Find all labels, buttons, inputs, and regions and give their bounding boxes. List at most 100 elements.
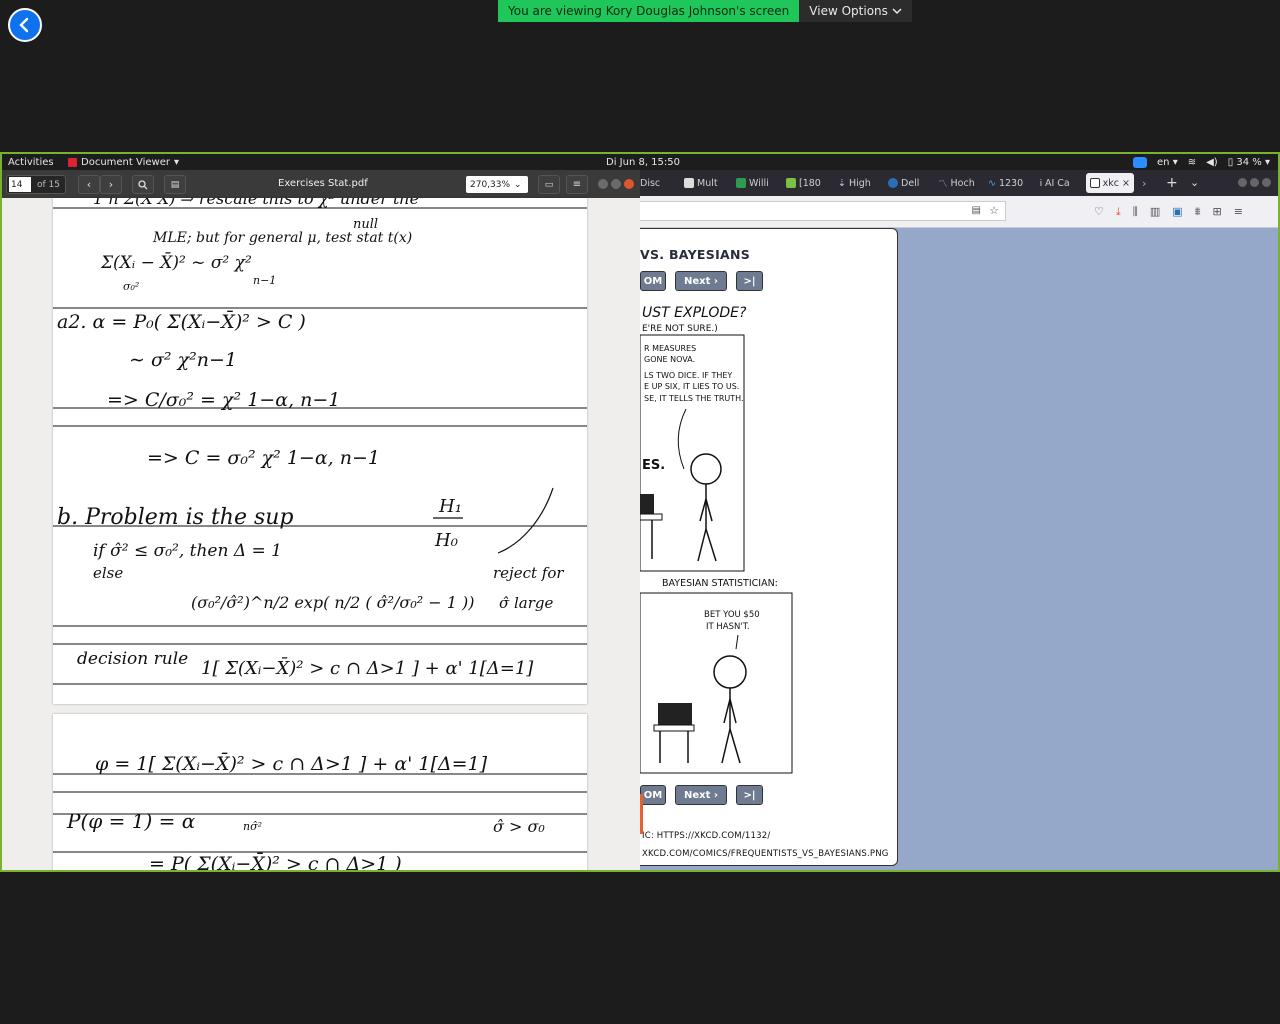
tab[interactable]: [180 [786,176,824,190]
wave-icon: ∿ [988,177,996,189]
tab[interactable]: ∿ 1230 [988,176,1026,190]
tab[interactable]: Dell [888,176,926,190]
tab-active[interactable]: xkc × [1086,173,1134,193]
note-line: H₀ [434,530,458,551]
view-options-button[interactable]: View Options [799,0,912,22]
previous-page-button[interactable]: ‹ [78,175,100,194]
last-comic-button[interactable]: >| [736,785,763,805]
language-label: en [1157,156,1170,168]
maximize-button[interactable] [611,179,621,189]
page-total-label: of 15 [37,179,60,190]
search-button[interactable] [132,175,154,194]
note-line: P(φ = 1) = α [66,809,196,833]
last-comic-button[interactable]: >| [736,271,763,291]
tab[interactable]: Mult [684,176,722,190]
minimize-button[interactable] [1238,178,1247,187]
scroll-tabs-right-icon[interactable]: › [1142,177,1146,190]
note-line: (σ₀²/σ̂²)^n/2 exp( n/2 ( σ̂²/σ₀² − 1 )) [191,593,474,612]
annotations-button[interactable]: ▤ [164,175,186,194]
clock[interactable]: Di Jun 8, 15:50 [606,157,680,168]
svg-text:n−1: n−1 [253,274,276,287]
note-line: else [93,564,123,582]
comic-text: GONE NOVA. [644,355,695,364]
document-canvas[interactable]: 1 n Σ(X X) ⇒ rescale this to χ² under th… [2,198,640,870]
button-label: OM [643,275,663,287]
document-viewer-icon [68,157,77,167]
note-line: nσ̂² [243,820,262,833]
screen-share-banner: You are viewing Kory Douglas Johnson's s… [498,0,912,22]
note-line: σ̂ large [499,594,554,612]
svg-text:1 n Σ(X X) ⇒ resca: 1 n Σ(X X) ⇒ rescale this to χ² under th… [93,198,419,208]
pocket-icon[interactable]: ♡ [1094,205,1104,219]
random-button[interactable]: OM [640,785,666,805]
app-menu[interactable]: Document Viewer ▾ [68,157,179,168]
xkcd-icon [1090,178,1100,188]
tab[interactable]: 〽 Hoch [938,176,976,191]
close-tab-icon[interactable]: × [1122,178,1130,189]
xkcd-comic-container: VS. BAYESIANS OM Next › >| UST EXPLODE? … [640,228,898,866]
comic-title: VS. BAYESIANS [640,247,751,262]
sidebar-icon[interactable]: ▥ [1150,205,1160,219]
next-page-button[interactable]: › [100,175,122,194]
list-tabs-icon[interactable]: ⌄ [1190,176,1199,189]
comic-text: E UP SIX, IT LIES TO US. [644,382,739,391]
firefox-window: Disc Mult Willi [180 ⇣ High Dell 〽 Hoch ∿ 1… [640,170,1278,870]
new-tab-icon[interactable]: + [1166,175,1178,191]
panel-caption: BAYESIAN STATISTICIAN: [662,578,778,589]
page-number-input[interactable] [9,177,31,192]
comic-text: BET YOU $50 [704,610,760,620]
grid-icon[interactable]: ⊞ [1213,205,1222,219]
activities-button[interactable]: Activities [8,157,54,168]
comic-text: IT HASN'T. [706,622,750,632]
document-viewer-headerbar: of 15 ‹ › ▤ Exercises Stat.pdf 270,33% ⌄… [2,170,640,198]
bookmark-star-icon[interactable]: ☆ [989,204,999,217]
green-doc-icon [736,178,746,188]
battery-indicator[interactable]: ▯ 34 % ▾ [1228,157,1270,168]
comic-text: E'RE NOT SURE.) [642,324,718,334]
zoom-select[interactable]: 270,33% ⌄ [466,176,528,193]
document-viewer-window: of 15 ‹ › ▤ Exercises Stat.pdf 270,33% ⌄… [2,170,640,870]
extension-icon[interactable]: ⩩ [1195,205,1201,219]
page-selector[interactable]: of 15 [6,175,66,194]
system-tray[interactable]: en ▾ ≋ ◀) ▯ 34 % ▾ [1133,156,1270,168]
next-comic-button[interactable]: Next › [675,785,727,805]
note-line: a2. α = P₀( Σ(Xᵢ−X̄)² > C ) [57,310,306,333]
tab-label: Willi [749,177,769,189]
reader-view-icon[interactable]: ▤ [972,205,981,216]
random-button[interactable]: OM [640,271,666,291]
save-button[interactable]: ▭ [538,175,560,194]
tab[interactable]: Disc [640,176,670,190]
back-button[interactable] [8,8,42,42]
maximize-button[interactable] [1250,178,1259,187]
chevron-down-icon [892,8,902,15]
language-indicator[interactable]: en ▾ [1157,157,1178,168]
note-line: => C = σ₀² χ² 1−α, n−1 [147,447,380,469]
document-icon [684,178,694,188]
library-icon[interactable]: ⫼ [1133,205,1138,219]
tab-label: Hoch [950,177,975,189]
image-url-text[interactable]: XKCD.COM/COMICS/FREQUENTISTS_VS_BAYESIAN… [642,849,889,859]
tab[interactable]: ⇣ High [838,176,876,190]
download-icon[interactable]: ⤓ [1116,205,1121,219]
hamburger-menu-icon[interactable]: ≡ [1234,205,1243,219]
tab-label: Dell [901,177,920,189]
tab[interactable]: Ꭵ AI Ca [1040,176,1078,190]
button-label: Next › [684,275,718,287]
handwritten-notes-page: φ = 1[ Σ(Xᵢ−X̄)² > c ∩ Δ>1 ] + α' 1[Δ=1]… [53,752,587,870]
tab[interactable]: Willi [736,176,774,190]
next-comic-button[interactable]: Next › [675,271,727,291]
zoom-icon[interactable] [1133,156,1148,168]
extension-icon[interactable]: ▣ [1172,205,1182,219]
minimize-button[interactable] [598,179,608,189]
permalink-text[interactable]: IC: HTTPS://XKCD.COM/1132/ [642,831,770,841]
button-label: OM [643,789,663,801]
tab-label: xkc [1102,177,1120,189]
tab-label: Disc [640,177,661,189]
url-bar[interactable]: ▤ ☆ [640,201,1006,221]
arrow-icon: ⇣ [838,177,846,189]
close-button[interactable] [1262,178,1271,187]
chevron-left-icon: ‹ [86,178,92,191]
menu-button[interactable]: ≡ [566,175,588,194]
handwritten-notes-page: 1 n Σ(X X) ⇒ rescale this to χ² under th… [53,198,587,685]
close-button[interactable] [624,179,634,189]
